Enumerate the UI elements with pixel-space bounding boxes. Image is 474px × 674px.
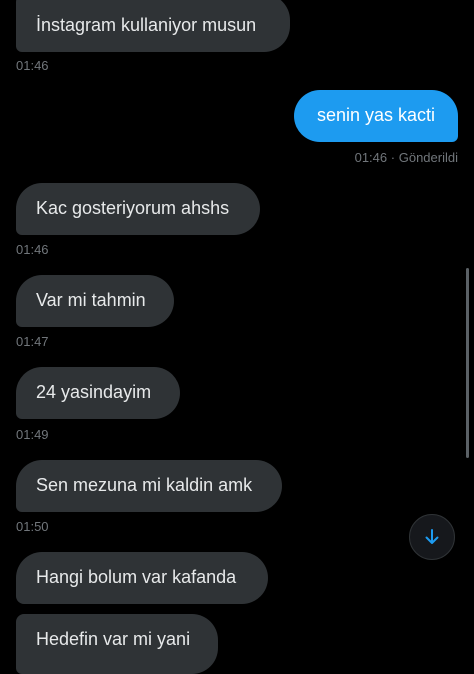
message-bubble-incoming[interactable]: Var mi tahmin: [16, 275, 174, 327]
message-timestamp: 01:47: [16, 334, 49, 349]
message-bubble-incoming[interactable]: Hedefin var mi yani: [16, 614, 218, 674]
delivery-status: Gönderildi: [398, 150, 458, 165]
arrow-down-icon: [425, 529, 439, 544]
message-bubble-incoming[interactable]: İnstagram kullaniyor musun: [16, 0, 290, 52]
message-text: Hangi bolum var kafanda: [36, 567, 237, 587]
message-text: Kac gosteriyorum ahshs: [36, 198, 230, 218]
meta-separator: ·: [390, 150, 396, 165]
message-text: İnstagram kullaniyor musun: [36, 15, 257, 35]
scrollbar[interactable]: [466, 268, 469, 458]
message-bubble-incoming[interactable]: 24 yasindayim: [16, 367, 180, 419]
message-timestamp: 01:46: [16, 58, 49, 73]
message-timestamp: 01:46: [354, 150, 388, 165]
message-bubble-incoming[interactable]: Hangi bolum var kafanda: [16, 552, 268, 604]
message-text: senin yas kacti: [316, 105, 436, 125]
message-bubble-outgoing[interactable]: senin yas kacti: [294, 90, 458, 142]
message-timestamp: 01:49: [16, 427, 49, 442]
message-meta: 01:46 · Gönderildi: [355, 150, 458, 165]
message-text: Var mi tahmin: [36, 290, 146, 310]
message-bubble-incoming[interactable]: Kac gosteriyorum ahshs: [16, 183, 260, 235]
message-text: Sen mezuna mi kaldin amk: [36, 475, 253, 495]
message-bubble-incoming[interactable]: Sen mezuna mi kaldin amk: [16, 460, 282, 512]
scroll-to-bottom-button[interactable]: [409, 514, 455, 560]
message-timestamp: 01:50: [16, 519, 49, 534]
message-text: 24 yasindayim: [36, 382, 152, 402]
message-timestamp: 01:46: [16, 242, 49, 257]
message-text: Hedefin var mi yani: [36, 629, 191, 649]
